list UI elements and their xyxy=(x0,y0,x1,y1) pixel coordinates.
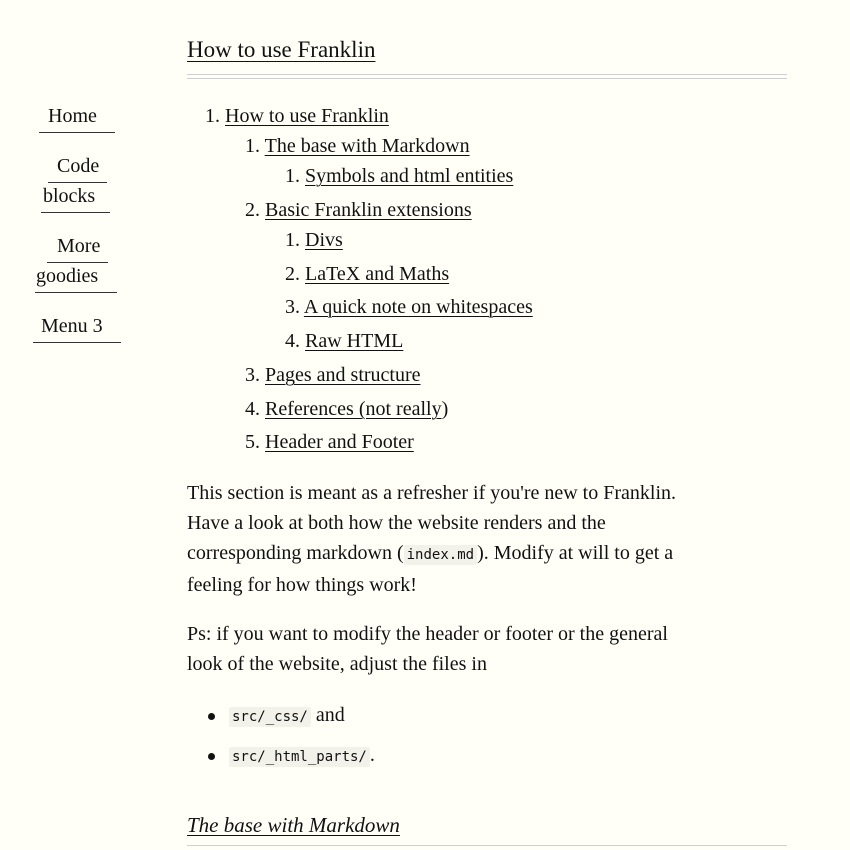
toc-link-raw-html[interactable]: Raw HTML xyxy=(305,330,403,352)
toc-item: 4. References (not really) xyxy=(245,398,449,420)
title-divider xyxy=(187,74,787,79)
sidebar-item-label: goodies xyxy=(36,265,99,287)
sidebar-item-label: Menu 3 xyxy=(41,315,103,337)
toc-item: 5. Header and Footer xyxy=(245,431,414,453)
sidebar-item-menu-3[interactable]: Menu 3 xyxy=(41,311,103,341)
sidebar-item-label: Home xyxy=(48,105,97,127)
page-title: How to use Franklin xyxy=(187,34,787,66)
sidebar-item-code-blocks[interactable]: Code xyxy=(57,151,99,181)
sidebar-item-home[interactable]: Home xyxy=(48,101,97,131)
toc-link-references[interactable]: References (not really xyxy=(265,398,442,420)
sidebar-divider xyxy=(35,292,117,293)
section-heading-link[interactable]: The base with Markdown xyxy=(187,813,400,837)
sidebar-item-label: blocks xyxy=(43,185,96,207)
sidebar-item-label: More xyxy=(57,235,101,257)
toc-link-header-and-footer[interactable]: Header and Footer xyxy=(265,431,414,453)
intro-paragraph: This section is meant as a refresher if … xyxy=(187,482,677,596)
bullet-icon xyxy=(208,753,215,760)
page-title-link[interactable]: How to use Franklin xyxy=(187,37,375,62)
sidebar-item-more-goodies[interactable]: More xyxy=(57,231,100,261)
toc-item: 1. The base with Markdown xyxy=(245,135,470,157)
toc-link-divs[interactable]: Divs xyxy=(305,229,343,251)
inline-code: index.md xyxy=(403,545,478,565)
section-heading: The base with Markdown xyxy=(187,810,400,840)
toc-item: 3. Pages and structure xyxy=(245,364,421,386)
sidebar-item-label: Code xyxy=(57,155,100,177)
sidebar-divider xyxy=(39,132,115,133)
toc-link-quick-note-on-whitespaces[interactable]: A quick note on whitespaces xyxy=(304,296,533,318)
toc-link-pages-and-structure[interactable]: Pages and structure xyxy=(265,364,421,386)
toc-item: 1. Symbols and html entities xyxy=(285,165,514,187)
toc-item: 3. A quick note on whitespaces xyxy=(285,296,533,318)
toc-link-symbols-and-html-entities[interactable]: Symbols and html entities xyxy=(305,165,513,187)
sidebar-divider xyxy=(41,212,110,213)
sidebar-item-code-blocks-line2[interactable]: blocks xyxy=(43,181,95,211)
toc-item: 1. Divs xyxy=(285,229,343,251)
toc-item: 4. Raw HTML xyxy=(285,330,404,352)
ps-paragraph: Ps: if you want to modify the header or … xyxy=(187,623,668,675)
section-divider xyxy=(187,845,787,846)
sidebar-item-more-goodies-line2[interactable]: goodies xyxy=(36,261,98,291)
toc-item: 2. Basic Franklin extensions xyxy=(245,199,472,221)
toc-link-the-base-with-markdown[interactable]: The base with Markdown xyxy=(265,135,470,157)
toc-link-latex-and-maths[interactable]: LaTeX and Maths xyxy=(305,263,449,285)
inline-code: src/_css/ xyxy=(229,707,311,727)
toc-link-how-to-use-franklin[interactable]: How to use Franklin xyxy=(225,105,389,127)
toc-link-basic-franklin-extensions[interactable]: Basic Franklin extensions xyxy=(265,199,472,221)
sidebar-divider xyxy=(33,342,121,343)
inline-code: src/_html_parts/ xyxy=(229,747,370,767)
toc-item: 1. How to use Franklin xyxy=(205,105,389,127)
toc-item: 2. LaTeX and Maths xyxy=(285,263,450,285)
bullet-icon xyxy=(208,713,215,720)
